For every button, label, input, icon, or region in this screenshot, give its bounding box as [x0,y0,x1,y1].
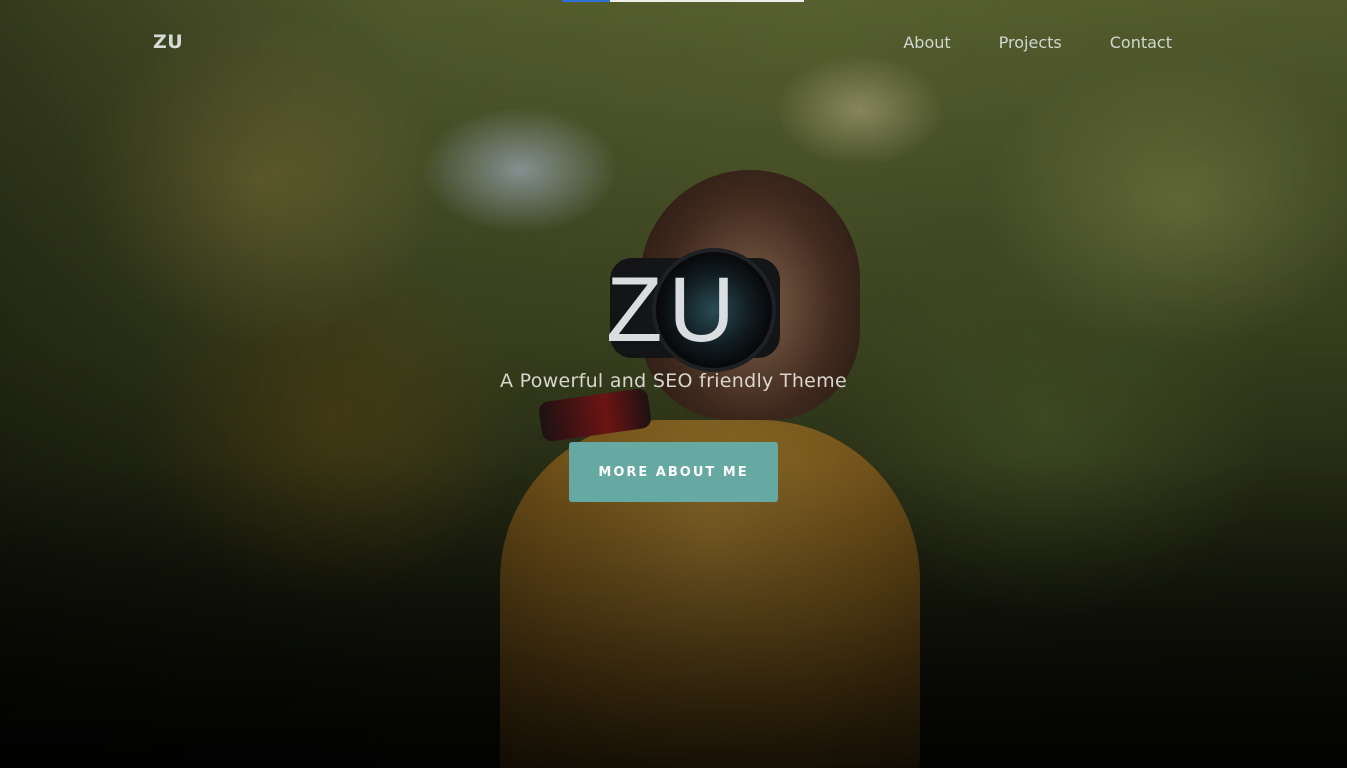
nav-link-contact[interactable]: Contact [1110,33,1172,52]
nav-links: About Projects Contact [903,33,1172,52]
nav-link-projects[interactable]: Projects [999,33,1062,52]
brand-logo[interactable]: ZU [153,31,183,53]
hero-content: ZU A Powerful and SEO friendly Theme MOR… [0,258,1347,502]
hero-section: ZU About Projects Contact ZU A Powerful … [0,0,1347,768]
cta-wrap: MORE ABOUT ME [0,442,1347,502]
navbar: ZU About Projects Contact [0,0,1347,86]
hero-title: ZU [606,259,741,361]
nav-link-about[interactable]: About [903,33,950,52]
hero-subtitle: A Powerful and SEO friendly Theme [500,370,847,392]
more-about-me-button[interactable]: MORE ABOUT ME [569,442,778,502]
